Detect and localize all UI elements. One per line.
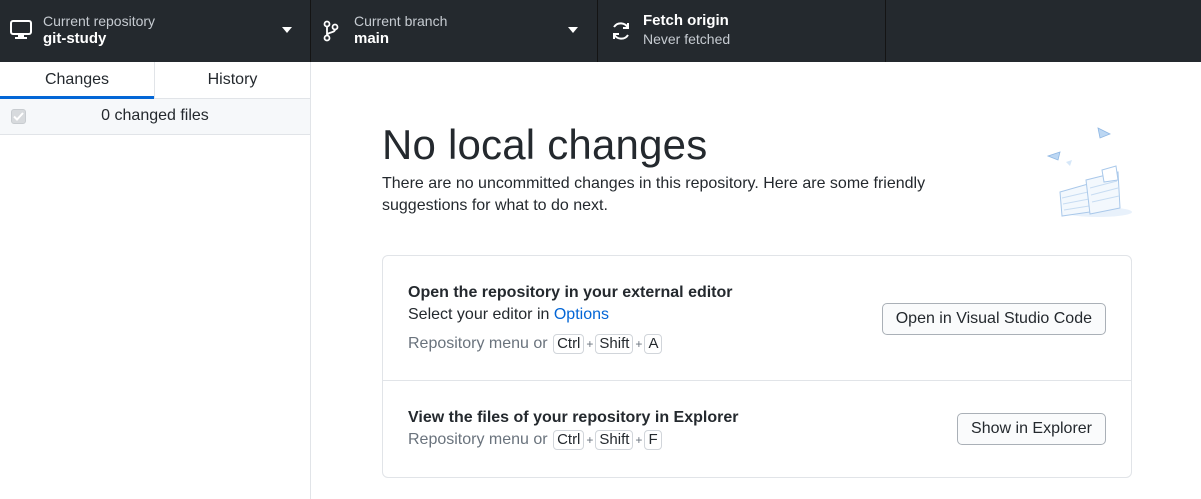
editor-line-prefix: Select your editor in	[408, 306, 554, 323]
branch-icon	[323, 20, 339, 42]
branch-name: main	[354, 30, 390, 47]
empty-state-illustration	[1040, 122, 1140, 222]
sidebar: Changes History 0 changed files	[0, 62, 311, 499]
kbd-shift: Shift	[595, 430, 634, 450]
main-content: No local changes There are no uncommitte…	[312, 62, 1201, 499]
kbd-ctrl: Ctrl	[553, 334, 585, 354]
plus-sign: +	[635, 337, 643, 351]
hint-prefix: Repository menu or	[408, 335, 553, 352]
toolbar: Current repository git-study Current bra…	[0, 0, 1201, 62]
suggestion-title: Open the repository in your external edi…	[408, 284, 733, 301]
page-title: No local changes	[382, 121, 708, 168]
plus-sign: +	[635, 433, 643, 447]
repository-name: git-study	[43, 30, 107, 47]
fetch-status: Never fetched	[643, 31, 731, 47]
changed-files-count: 0 changed files	[101, 107, 209, 124]
fetch-origin-button[interactable]: Fetch origin Never fetched	[598, 0, 886, 62]
page-description: There are no uncommitted changes in this…	[382, 175, 926, 214]
plus-sign: +	[586, 433, 594, 447]
sync-icon	[610, 20, 632, 42]
show-in-explorer-button[interactable]: Show in Explorer	[957, 413, 1106, 445]
suggestion-title: View the files of your repository in Exp…	[408, 409, 739, 426]
tab-bar: Changes History	[0, 62, 310, 99]
current-repository-button[interactable]: Current repository git-study	[0, 0, 311, 62]
current-branch-button[interactable]: Current branch main	[311, 0, 598, 62]
suggestion-open-editor: Open the repository in your external edi…	[383, 256, 1131, 381]
plus-sign: +	[586, 337, 594, 351]
tab-history[interactable]: History	[155, 62, 310, 98]
options-link[interactable]: Options	[554, 306, 609, 323]
shortcut-hint: Repository menu or Ctrl + Shift + A	[408, 333, 663, 355]
tab-changes[interactable]: Changes	[0, 62, 155, 99]
kbd-a: A	[644, 334, 663, 354]
kbd-shift: Shift	[595, 334, 634, 354]
suggestion-editor-line: Select your editor in Options	[408, 304, 609, 326]
fetch-label: Fetch origin	[643, 12, 729, 29]
branch-label: Current branch	[354, 13, 448, 29]
fetch-text: Fetch origin Never fetched	[643, 12, 730, 48]
open-in-vscode-button[interactable]: Open in Visual Studio Code	[881, 303, 1106, 335]
suggestion-show-explorer: View the files of your repository in Exp…	[383, 381, 1131, 478]
chevron-down-icon	[568, 27, 578, 33]
desktop-icon	[10, 20, 32, 40]
repository-text: Current repository git-study	[43, 12, 155, 48]
suggestions-card: Open the repository in your external edi…	[382, 255, 1132, 478]
chevron-down-icon	[282, 27, 292, 33]
shortcut-hint: Repository menu or Ctrl + Shift + F	[408, 429, 663, 451]
kbd-f: F	[644, 430, 662, 450]
kbd-ctrl: Ctrl	[553, 430, 585, 450]
hint-prefix: Repository menu or	[408, 431, 553, 448]
repository-label: Current repository	[43, 13, 156, 29]
changed-files-header: 0 changed files	[0, 99, 310, 135]
branch-text: Current branch main	[354, 12, 447, 48]
